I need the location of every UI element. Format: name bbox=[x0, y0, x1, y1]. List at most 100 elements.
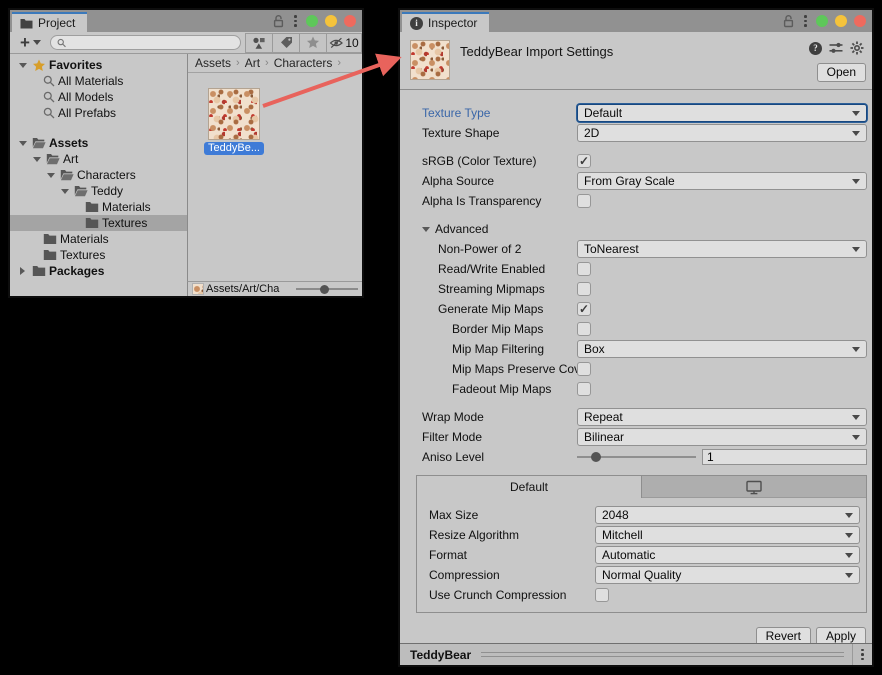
traffic-light-green[interactable] bbox=[306, 15, 318, 27]
resize-algorithm-dropdown[interactable]: Mitchell bbox=[595, 526, 860, 544]
max-size-dropdown[interactable]: 2048 bbox=[595, 506, 860, 524]
mip-maps-preserve-coverage-checkbox[interactable]: ✓ bbox=[577, 362, 591, 376]
foldout-open-icon[interactable] bbox=[33, 157, 41, 162]
search-field[interactable] bbox=[50, 35, 241, 50]
chevron-down-icon bbox=[845, 513, 853, 518]
search-by-type-button[interactable] bbox=[245, 33, 273, 53]
fadeout-mip-maps-checkbox[interactable]: ✓ bbox=[577, 382, 591, 396]
tag-icon bbox=[280, 36, 293, 49]
asset-teddybear[interactable]: TeddyBe... bbox=[205, 88, 263, 155]
tree-item-label: Textures bbox=[60, 248, 105, 262]
advanced-foldout[interactable]: Advanced bbox=[400, 219, 872, 239]
chevron-right-icon: › bbox=[265, 57, 269, 69]
border-mip-maps-checkbox[interactable]: ✓ bbox=[577, 322, 591, 336]
tree-item-packages[interactable]: Packages bbox=[10, 263, 187, 279]
traffic-light-yellow[interactable] bbox=[325, 15, 337, 27]
tab-platform-default[interactable]: Default bbox=[417, 476, 641, 498]
mip-map-filtering-dropdown[interactable]: Box bbox=[577, 340, 867, 358]
create-asset-button[interactable]: + bbox=[16, 32, 45, 53]
tab-platform-standalone[interactable] bbox=[641, 476, 866, 498]
format-dropdown[interactable]: Automatic bbox=[595, 546, 860, 564]
search-by-label-button[interactable] bbox=[272, 33, 300, 53]
compression-dropdown[interactable]: Normal Quality bbox=[595, 566, 860, 584]
use-crunch-compression-label: Use Crunch Compression bbox=[417, 588, 595, 602]
alpha-is-transparency-checkbox[interactable]: ✓ bbox=[577, 194, 591, 208]
tree-item-assets[interactable]: Assets bbox=[10, 135, 187, 151]
search-icon bbox=[43, 75, 55, 87]
presets-icon[interactable] bbox=[829, 41, 843, 55]
tree-item-art[interactable]: Art bbox=[10, 151, 187, 167]
help-icon[interactable]: ? bbox=[809, 42, 822, 55]
wrap-mode-dropdown[interactable]: Repeat bbox=[577, 408, 867, 426]
inspector-tabstrip: i Inspector bbox=[400, 10, 872, 32]
aniso-level-input[interactable] bbox=[702, 449, 867, 465]
use-crunch-compression-checkbox[interactable]: ✓ bbox=[595, 588, 609, 602]
eye-off-icon bbox=[329, 37, 344, 49]
wrap-mode-value: Repeat bbox=[584, 410, 848, 424]
tree-item-characters[interactable]: Characters bbox=[10, 167, 187, 183]
srgb-checkbox[interactable]: ✓ bbox=[577, 154, 591, 168]
traffic-light-yellow[interactable] bbox=[835, 15, 847, 27]
foldout-closed-icon[interactable] bbox=[20, 267, 25, 275]
tab-inspector[interactable]: i Inspector bbox=[402, 12, 489, 32]
tab-project[interactable]: Project bbox=[12, 12, 87, 32]
tree-item-label: Textures bbox=[102, 216, 147, 230]
foldout-open-icon[interactable] bbox=[47, 173, 55, 178]
tree-item-all-models[interactable]: All Models bbox=[10, 89, 187, 105]
chevron-down-icon bbox=[845, 553, 853, 558]
foldout-open-icon[interactable] bbox=[61, 189, 69, 194]
tree-item-materials[interactable]: Materials bbox=[10, 231, 187, 247]
filter-mode-dropdown[interactable]: Bilinear bbox=[577, 428, 867, 446]
tree-item-label: All Models bbox=[58, 90, 113, 104]
streaming-mipmaps-checkbox[interactable]: ✓ bbox=[577, 282, 591, 296]
inspector-header: TeddyBear Import Settings ? Open bbox=[400, 32, 872, 90]
tree-item-teddy[interactable]: Teddy bbox=[10, 183, 187, 199]
format-label: Format bbox=[417, 548, 595, 562]
resize-algorithm-label: Resize Algorithm bbox=[417, 528, 595, 542]
generate-mip-maps-checkbox[interactable]: ✓ bbox=[577, 302, 591, 316]
tree-item-label: Materials bbox=[102, 200, 151, 214]
search-icon bbox=[43, 107, 55, 119]
slider-knob[interactable] bbox=[591, 452, 601, 462]
aniso-level-slider[interactable] bbox=[577, 451, 696, 463]
menu-kebab-icon[interactable] bbox=[292, 13, 299, 29]
hidden-count-button[interactable]: 10 bbox=[326, 33, 362, 53]
teddybear-thumbnail[interactable] bbox=[208, 88, 260, 140]
traffic-light-green[interactable] bbox=[816, 15, 828, 27]
monitor-icon bbox=[746, 480, 762, 495]
favorites-filter-button[interactable] bbox=[299, 33, 327, 53]
thumbnail-size-slider[interactable] bbox=[296, 283, 358, 295]
tree-item-textures[interactable]: Textures bbox=[10, 247, 187, 263]
breadcrumb-item-art[interactable]: Art bbox=[245, 56, 260, 70]
tree-item-teddy-materials[interactable]: Materials bbox=[10, 199, 187, 215]
drag-handle[interactable] bbox=[481, 652, 844, 657]
lock-icon[interactable] bbox=[272, 14, 285, 28]
gear-icon[interactable] bbox=[850, 41, 864, 55]
traffic-light-red[interactable] bbox=[854, 15, 866, 27]
read-write-checkbox[interactable]: ✓ bbox=[577, 262, 591, 276]
chevron-right-icon: › bbox=[337, 57, 341, 69]
star-icon bbox=[32, 59, 46, 72]
tree-item-teddy-textures[interactable]: Textures bbox=[10, 215, 187, 231]
texture-type-dropdown[interactable]: Default bbox=[577, 104, 867, 122]
tree-item-all-prefabs[interactable]: All Prefabs bbox=[10, 105, 187, 121]
search-input[interactable] bbox=[69, 37, 234, 49]
non-power-of-2-dropdown[interactable]: ToNearest bbox=[577, 240, 867, 258]
open-button[interactable]: Open bbox=[817, 63, 866, 82]
texture-shape-dropdown[interactable]: 2D bbox=[577, 124, 867, 142]
preview-bar[interactable]: TeddyBear bbox=[400, 643, 872, 665]
lock-icon[interactable] bbox=[782, 14, 795, 28]
alpha-source-dropdown[interactable]: From Gray Scale bbox=[577, 172, 867, 190]
breadcrumb-item-assets[interactable]: Assets bbox=[195, 56, 231, 70]
tree-item-favorites[interactable]: Favorites bbox=[10, 57, 187, 73]
traffic-light-red[interactable] bbox=[344, 15, 356, 27]
breadcrumb-item-characters[interactable]: Characters bbox=[274, 56, 333, 70]
menu-kebab-icon[interactable] bbox=[802, 13, 809, 29]
chevron-down-icon bbox=[852, 131, 860, 136]
slider-knob[interactable] bbox=[320, 285, 329, 294]
foldout-open-icon[interactable] bbox=[19, 63, 27, 68]
aniso-level-label: Aniso Level bbox=[400, 450, 577, 464]
foldout-open-icon[interactable] bbox=[19, 141, 27, 146]
preview-menu-button[interactable] bbox=[852, 644, 872, 665]
tree-item-all-materials[interactable]: All Materials bbox=[10, 73, 187, 89]
